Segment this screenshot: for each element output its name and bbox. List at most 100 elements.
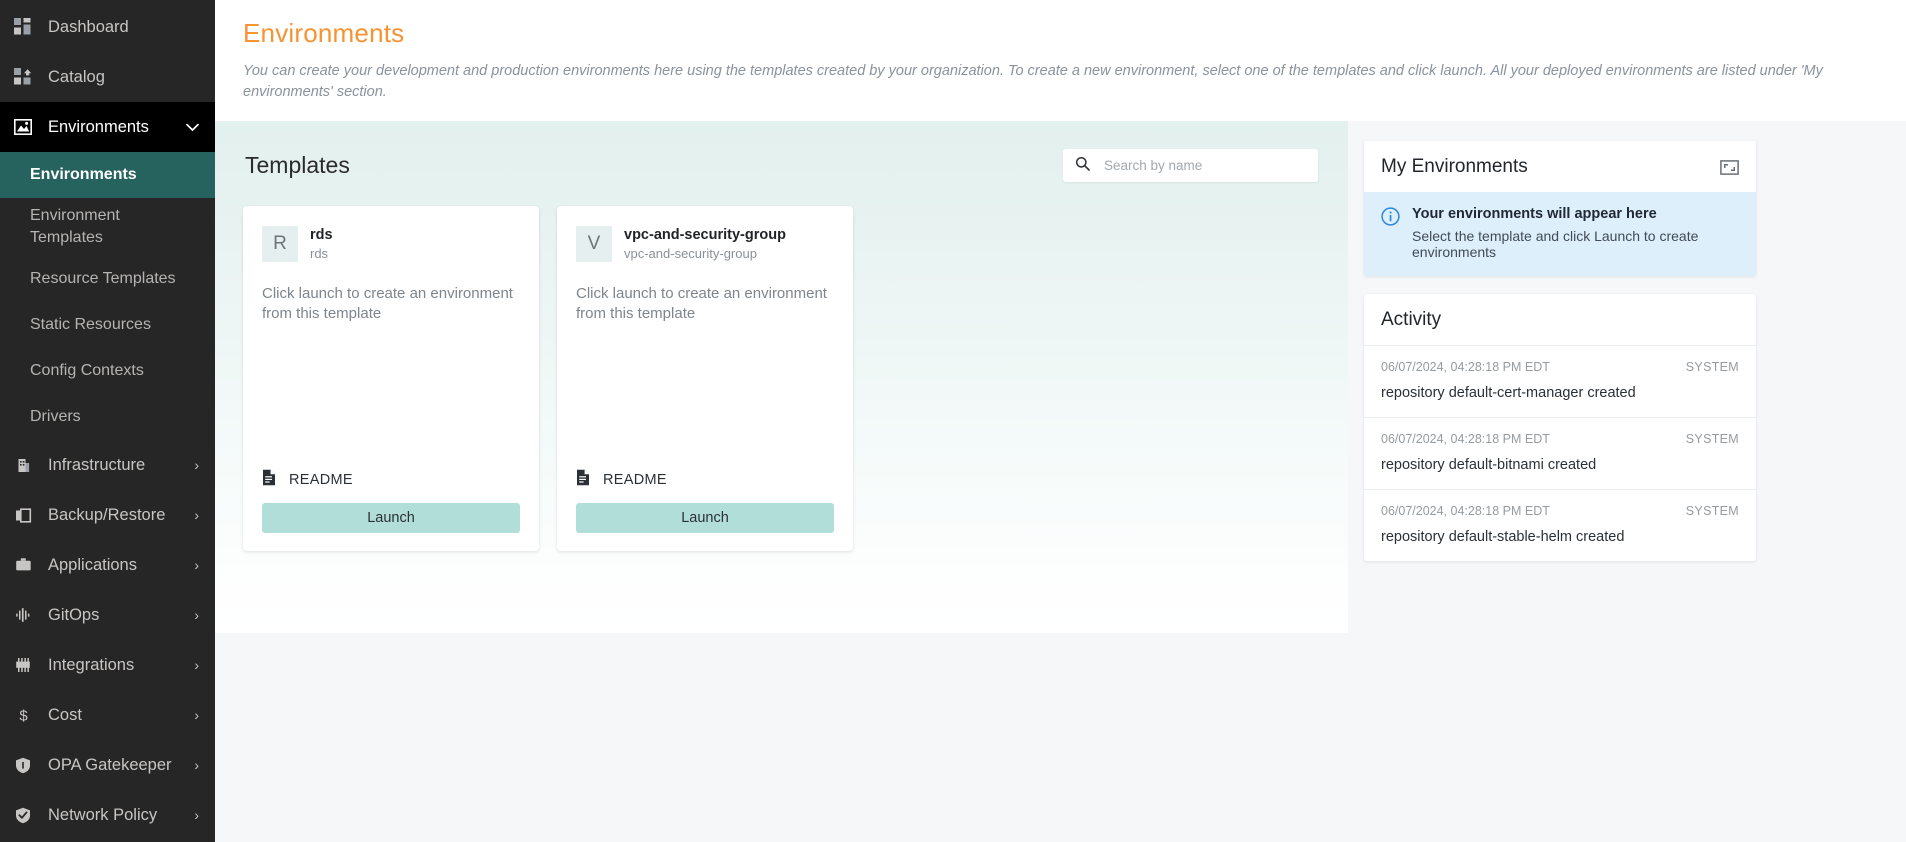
template-avatar: V (576, 226, 612, 263)
page-header: Environments You can create your develop… (215, 0, 1906, 122)
shield-icon (12, 755, 34, 775)
search-input[interactable] (1104, 158, 1306, 174)
activity-title: Activity (1381, 309, 1442, 331)
chevron-down-icon (186, 123, 199, 132)
empty-state-title: Your environments will appear here (1412, 206, 1657, 223)
dashboard-grid-icon (12, 17, 34, 37)
sidebar-item-opa-gatekeeper[interactable]: OPA Gatekeeper › (0, 740, 215, 790)
search-box[interactable] (1063, 149, 1318, 183)
sidebar-item-applications[interactable]: Applications › (0, 540, 215, 590)
sidebar-item-integrations[interactable]: Integrations › (0, 640, 215, 690)
sidebar-subitem-environment-templates[interactable]: Environment Templates (0, 198, 215, 256)
app-root: Dashboard Catalog Environments Environme… (0, 0, 1906, 842)
activity-timestamp: 06/07/2024, 04:28:18 PM EDT (1381, 504, 1550, 519)
environments-subnav: Environments Environment Templates Resou… (0, 152, 215, 440)
sidebar-item-cost[interactable]: $ Cost › (0, 690, 215, 740)
expand-fullscreen-icon[interactable] (1719, 159, 1739, 175)
chevron-right-icon: › (194, 607, 199, 623)
sidebar-item-backup-restore[interactable]: Backup/Restore › (0, 490, 215, 540)
sidebar-item-label: Integrations (48, 655, 135, 674)
activity-actor: SYSTEM (1685, 504, 1739, 519)
sidebar-item-network-policy[interactable]: Network Policy › (0, 790, 215, 840)
chevron-right-icon: › (194, 457, 199, 473)
sidebar-item-label: Cost (48, 705, 82, 724)
templates-header: Templates (243, 149, 1320, 183)
document-icon (262, 469, 276, 491)
sidebar-subitem-static-resources[interactable]: Static Resources (0, 302, 215, 348)
sidebar-item-dashboard[interactable]: Dashboard (0, 2, 215, 52)
readme-label: README (603, 472, 667, 489)
sidebar-item-label: Applications (48, 555, 137, 574)
sidebar-subitem-label: Config Contexts (30, 362, 144, 380)
template-avatar: R (262, 226, 298, 263)
shield-check-icon (12, 805, 34, 825)
launch-button[interactable]: Launch (262, 503, 520, 534)
template-card-titles: rds rds (310, 226, 333, 261)
empty-state-banner: Your environments will appear here Selec… (1364, 192, 1756, 277)
template-card[interactable]: R rds rds Click launch to create an envi… (243, 206, 539, 552)
sidebar-subitem-environments[interactable]: Environments (0, 152, 215, 198)
activity-meta: 06/07/2024, 04:28:18 PM EDT SYSTEM (1381, 360, 1739, 374)
sidebar-subitem-label: Environment Templates (30, 207, 120, 246)
template-description: Click launch to create an environment fr… (262, 285, 513, 323)
main-area: Environments You can create your develop… (215, 0, 1906, 842)
my-environments-title: My Environments (1381, 156, 1528, 178)
empty-state-subtitle: Select the template and click Launch to … (1412, 228, 1699, 261)
page-description: You can create your development and prod… (243, 63, 1823, 101)
chevron-right-icon: › (194, 557, 199, 573)
sidebar-item-label: Environments (48, 117, 149, 136)
activity-row[interactable]: 06/07/2024, 04:28:18 PM EDT SYSTEM repos… (1364, 345, 1756, 417)
templates-panel: Templates Search by name R rds rds Click… (215, 121, 1348, 634)
activity-row[interactable]: 06/07/2024, 04:28:18 PM EDT SYSTEM repos… (1364, 417, 1756, 489)
building-icon (12, 455, 34, 475)
my-environments-header: My Environments (1364, 141, 1756, 192)
copy-icon (12, 505, 34, 525)
template-card-footer: README Launch (576, 469, 834, 534)
activity-header: Activity (1364, 294, 1756, 345)
template-card-list: R rds rds Click launch to create an envi… (243, 206, 1320, 552)
environments-image-icon (12, 117, 34, 137)
readme-link[interactable]: README (262, 469, 520, 491)
content-region: Templates Search by name R rds rds Click… (215, 121, 1906, 842)
sidebar-item-label: Backup/Restore (48, 505, 166, 524)
catalog-icon (12, 67, 34, 87)
sidebar-subitem-drivers[interactable]: Drivers (0, 394, 215, 440)
chevron-right-icon: › (194, 507, 199, 523)
activity-message: repository default-bitnami created (1381, 457, 1597, 474)
chevron-right-icon: › (194, 757, 199, 773)
activity-panel: Activity 06/07/2024, 04:28:18 PM EDT SYS… (1364, 294, 1756, 562)
activity-message: repository default-stable-helm created (1381, 529, 1625, 546)
sidebar-item-label: Infrastructure (48, 455, 146, 474)
activity-row[interactable]: 06/07/2024, 04:28:18 PM EDT SYSTEM repos… (1364, 489, 1756, 561)
template-card-header: R rds rds (262, 226, 520, 263)
readme-link[interactable]: README (576, 469, 834, 491)
activity-message: repository default-cert-manager created (1381, 385, 1636, 402)
svg-text:$: $ (19, 707, 28, 724)
templates-title: Templates (245, 152, 350, 179)
gitops-waveform-icon (12, 605, 34, 625)
template-card-titles: vpc-and-security-group vpc-and-security-… (624, 226, 786, 261)
search-icon (1075, 156, 1104, 176)
dollar-icon: $ (12, 705, 34, 725)
empty-state-text: Your environments will appear here Selec… (1412, 206, 1739, 260)
sidebar-item-environments[interactable]: Environments (0, 102, 215, 152)
chevron-right-icon: › (194, 657, 199, 673)
sidebar: Dashboard Catalog Environments Environme… (0, 0, 215, 842)
document-icon (576, 469, 590, 491)
template-card[interactable]: V vpc-and-security-group vpc-and-securit… (557, 206, 853, 552)
activity-meta: 06/07/2024, 04:28:18 PM EDT SYSTEM (1381, 432, 1739, 446)
template-card-header: V vpc-and-security-group vpc-and-securit… (576, 226, 834, 263)
sidebar-item-catalog[interactable]: Catalog (0, 52, 215, 102)
sidebar-subitem-config-contexts[interactable]: Config Contexts (0, 348, 215, 394)
sidebar-subitem-resource-templates[interactable]: Resource Templates (0, 256, 215, 302)
sidebar-item-infrastructure[interactable]: Infrastructure › (0, 440, 215, 490)
my-environments-panel: My Environments Your environments will a… (1364, 141, 1756, 277)
launch-button[interactable]: Launch (576, 503, 834, 534)
sidebar-item-gitops[interactable]: GitOps › (0, 590, 215, 640)
activity-timestamp: 06/07/2024, 04:28:18 PM EDT (1381, 432, 1550, 447)
sidebar-item-label: Network Policy (48, 805, 158, 824)
activity-actor: SYSTEM (1685, 432, 1739, 447)
sidebar-item-label: Dashboard (48, 17, 129, 36)
template-name: vpc-and-security-group (624, 227, 786, 244)
sidebar-item-label: GitOps (48, 605, 100, 624)
